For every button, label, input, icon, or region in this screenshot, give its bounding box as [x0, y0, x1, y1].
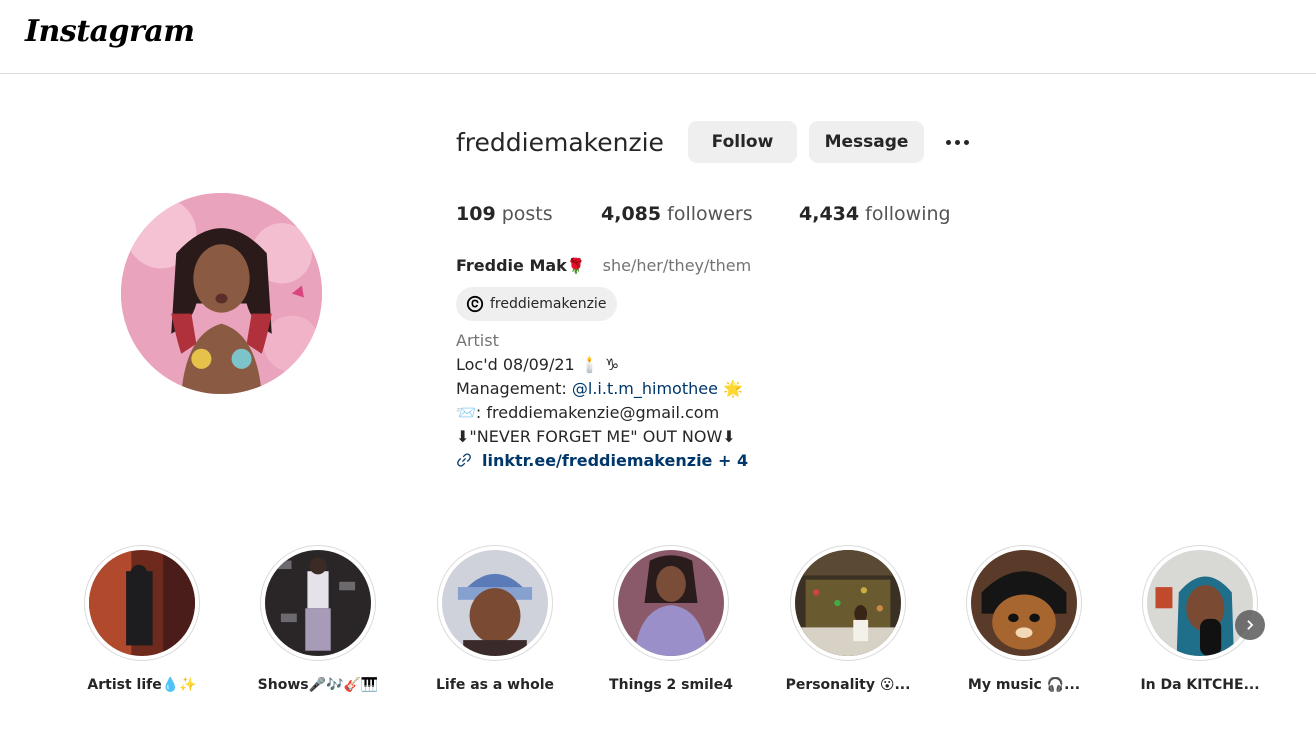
more-options-icon[interactable]	[939, 130, 975, 154]
following-count: 4,434	[799, 203, 860, 225]
highlight-label: Shows🎤🎶🎸🎹	[257, 677, 379, 693]
highlight-ring[interactable]	[790, 545, 906, 661]
highlight-cover	[971, 550, 1077, 656]
name-row: Freddie Mak🌹 she/her/they/them	[456, 256, 751, 275]
followers-label: followers	[667, 203, 753, 225]
profile-category: Artist	[456, 331, 499, 350]
highlight-cover	[795, 550, 901, 656]
message-button[interactable]: Message	[809, 121, 924, 163]
link-icon	[456, 452, 474, 470]
avatar-image	[121, 193, 322, 394]
bio-line-2: Management: @l.i.t.m_himothee 🌟	[456, 379, 743, 398]
highlight-cover	[442, 550, 548, 656]
highlight-shows[interactable]: Shows🎤🎶🎸🎹	[238, 545, 398, 693]
highlight-ring[interactable]	[613, 545, 729, 661]
bio-line-1: Loc'd 08/09/21 🕯️ ♑︎	[456, 355, 620, 374]
highlight-my-music[interactable]: My music 🎧...	[944, 545, 1104, 693]
management-mention-link[interactable]: @l.i.t.m_himothee	[572, 379, 718, 398]
profile-avatar[interactable]	[121, 193, 322, 394]
external-link-text: linktr.ee/freddiemakenzie + 4	[482, 451, 749, 470]
followers-count: 4,085	[601, 203, 662, 225]
highlight-cover	[89, 550, 195, 656]
more-dot	[954, 139, 960, 145]
chevron-right-glyph	[1247, 620, 1254, 630]
pronouns: she/her/they/them	[602, 256, 752, 275]
following-stat[interactable]: 4,434 following	[799, 203, 951, 225]
highlight-label: In Da KITCHE...	[1140, 677, 1260, 693]
highlight-artist-life[interactable]: Artist life💧✨	[62, 545, 222, 693]
bio-management-label: Management:	[456, 379, 572, 398]
highlight-ring[interactable]	[966, 545, 1082, 661]
threads-badge[interactable]: freddiemakenzie	[456, 287, 617, 321]
profile-username: freddiemakenzie	[456, 128, 664, 157]
follow-button[interactable]: Follow	[688, 121, 797, 163]
top-bar: Instagram	[0, 0, 1316, 74]
highlight-label: Personality 😮...	[785, 677, 911, 693]
highlight-ring[interactable]	[1142, 545, 1258, 661]
rose-icon: 🌹	[566, 257, 586, 275]
bio-email-line: 📨: freddiemakenzie@gmail.com	[456, 403, 720, 422]
external-link[interactable]: linktr.ee/freddiemakenzie + 4	[456, 451, 748, 470]
highlight-cover	[265, 550, 371, 656]
highlight-cover	[1147, 550, 1253, 656]
highlight-label: My music 🎧...	[967, 677, 1081, 693]
more-dot	[945, 139, 951, 145]
chevron-right-icon[interactable]	[1235, 610, 1265, 640]
full-name: Freddie Mak	[456, 256, 567, 275]
threads-icon	[466, 295, 484, 313]
highlight-things-2-smile4[interactable]: Things 2 smile4	[591, 545, 751, 693]
posts-label: posts	[501, 203, 553, 225]
bio-star: 🌟	[717, 379, 743, 398]
followers-stat[interactable]: 4,085 followers	[601, 203, 753, 225]
highlight-life-as-a-whole[interactable]: Life as a whole	[415, 545, 575, 693]
highlight-label: Things 2 smile4	[609, 677, 733, 693]
instagram-logo[interactable]: Instagram	[25, 14, 195, 49]
highlight-personality[interactable]: Personality 😮...	[768, 545, 928, 693]
highlight-ring[interactable]	[437, 545, 553, 661]
posts-count: 109	[456, 203, 496, 225]
threads-handle: freddiemakenzie	[490, 296, 607, 312]
highlight-cover	[618, 550, 724, 656]
following-label: following	[865, 203, 951, 225]
bio-line-4: ⬇"NEVER FORGET ME" OUT NOW⬇	[456, 427, 736, 446]
highlight-label: Artist life💧✨	[87, 677, 197, 693]
highlight-ring[interactable]	[260, 545, 376, 661]
highlight-ring[interactable]	[84, 545, 200, 661]
more-dot	[963, 139, 969, 145]
posts-stat: 109 posts	[456, 203, 553, 225]
highlight-label: Life as a whole	[436, 677, 554, 693]
